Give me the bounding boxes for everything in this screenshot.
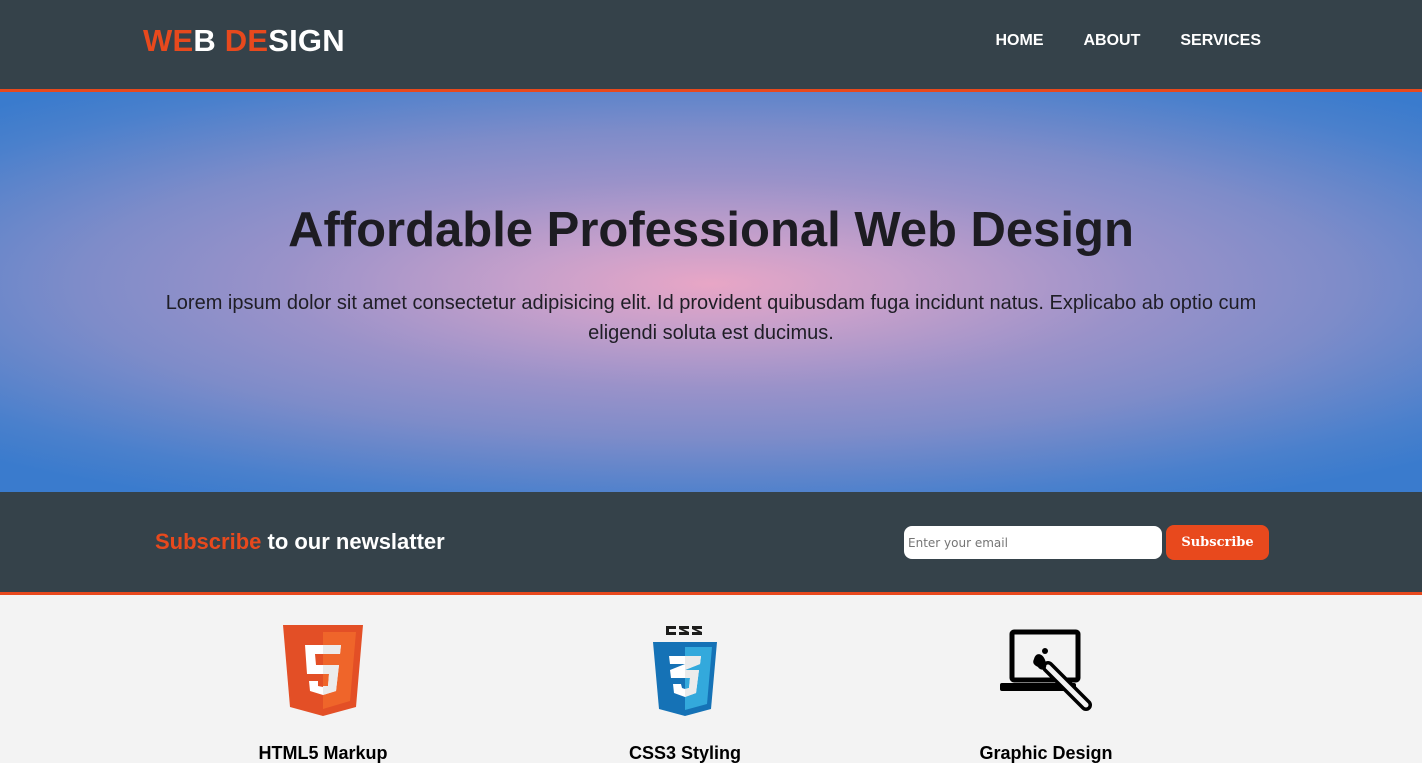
nav-services-link[interactable]: SERVICES bbox=[1180, 32, 1261, 50]
box-title-css3: CSS3 Styling bbox=[628, 743, 742, 763]
logo-highlight-1: WE bbox=[143, 23, 194, 58]
logo-highlight-2: DE bbox=[224, 23, 269, 58]
logo-text-2: SIGN bbox=[268, 23, 345, 58]
subscribe-button[interactable]: Subscribe bbox=[1166, 525, 1269, 560]
main-nav: HOME ABOUT SERVICES bbox=[995, 32, 1261, 50]
nav-about-link[interactable]: ABOUT bbox=[1083, 32, 1140, 50]
css3-logo-icon bbox=[505, 625, 865, 717]
email-input[interactable] bbox=[904, 526, 1162, 559]
site-header: WEB DESIGN HOME ABOUT SERVICES bbox=[0, 0, 1422, 92]
newsletter-heading-rest: to our newslatter bbox=[261, 529, 445, 554]
services-boxes: HTML5 Markup CSS3 Styling Graphic Design bbox=[0, 595, 1422, 763]
box-title-graphic-design: Graphic Design bbox=[979, 743, 1113, 763]
laptop-brush-icon bbox=[866, 629, 1226, 721]
hero-showcase: Affordable Professional Web Design Lorem… bbox=[0, 92, 1422, 492]
newsletter-heading-highlight: Subscribe bbox=[155, 529, 262, 554]
hero-title: Affordable Professional Web Design bbox=[288, 203, 1134, 257]
newsletter-heading: Subscribe to our newslatter bbox=[155, 529, 445, 555]
box-title-html5: HTML5 Markup bbox=[258, 743, 388, 763]
html5-logo-icon bbox=[143, 625, 503, 717]
nav-home-link[interactable]: HOME bbox=[995, 32, 1043, 50]
newsletter-section: Subscribe to our newslatter Subscribe bbox=[0, 492, 1422, 595]
logo-text-1: B bbox=[193, 23, 225, 58]
site-logo[interactable]: WEB DESIGN bbox=[143, 24, 345, 58]
hero-text: Lorem ipsum dolor sit amet consectetur a… bbox=[165, 292, 1257, 344]
